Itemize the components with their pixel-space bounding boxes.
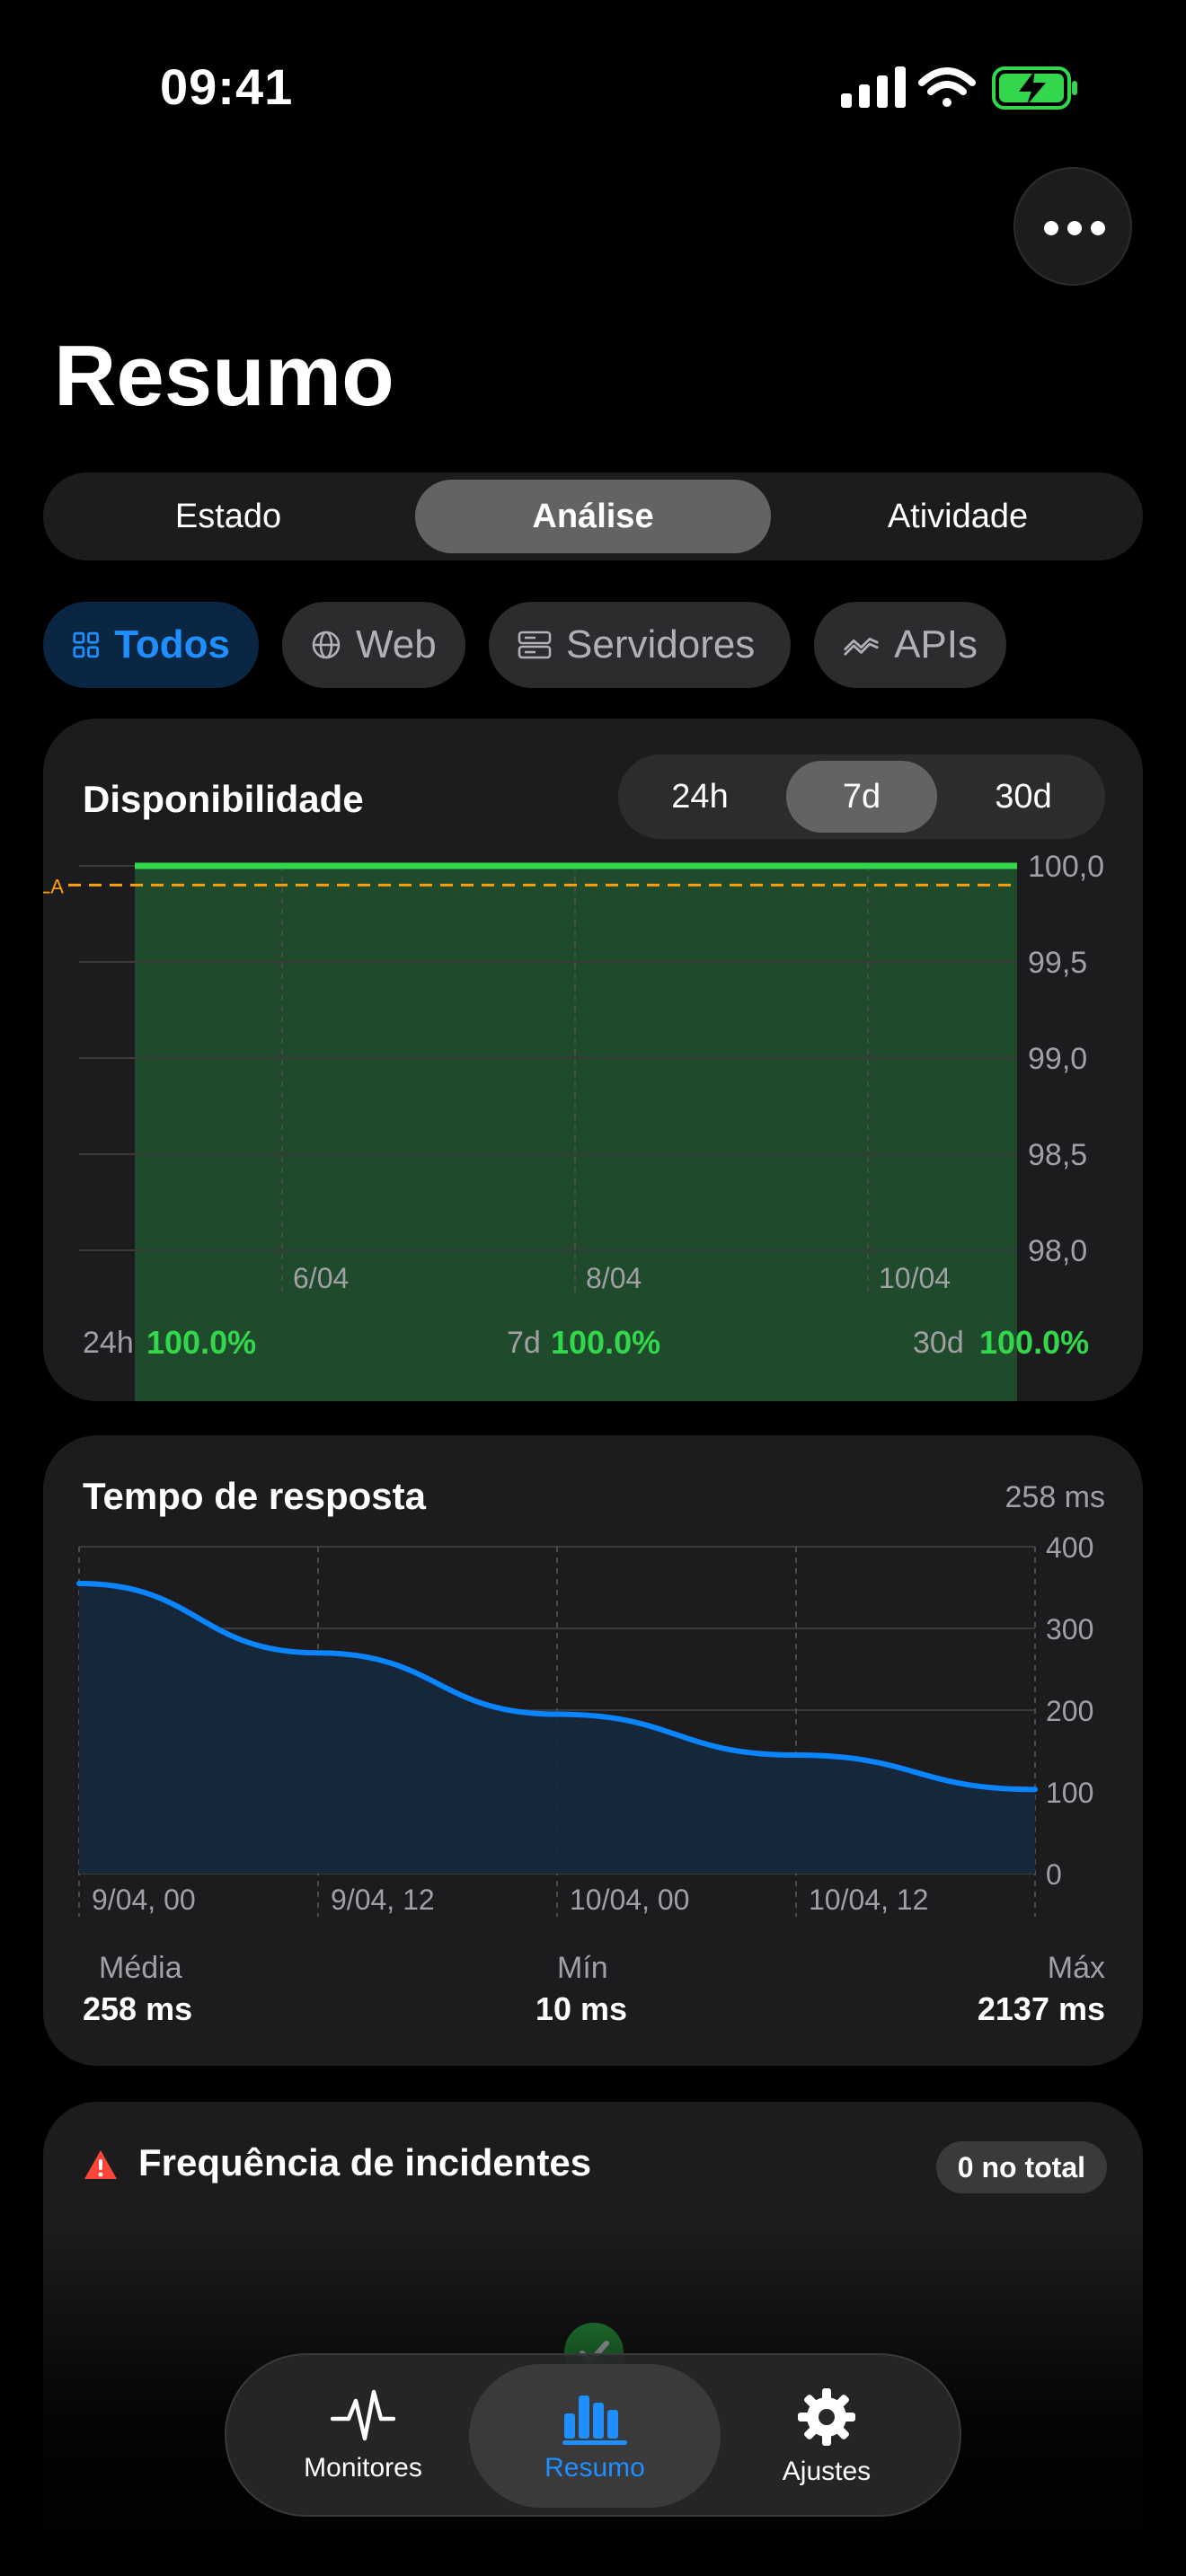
y-tick-label: 0 — [1046, 1858, 1062, 1891]
cellular-signal-icon — [841, 66, 906, 108]
view-segmented-control: Estado Análise Atividade — [43, 472, 1143, 560]
incidents-total-badge: 0 no total — [935, 2141, 1107, 2193]
y-tick-label: 100 — [1046, 1777, 1093, 1809]
availability-chart: 100,0 99,5 99,0 98,5 98,0 6/04 8/04 10/04 LA — [43, 850, 1104, 1401]
filter-todos-label: Todos — [114, 622, 230, 666]
status-icons — [839, 63, 1082, 118]
bar-chart-icon — [562, 2395, 627, 2445]
server-icon — [518, 631, 552, 659]
y-tick-label: 98,5 — [1028, 1138, 1087, 1172]
stat-30d-value: 100.0% — [979, 1324, 1090, 1361]
stat-24h-label: 24h — [83, 1326, 134, 1360]
y-tick-label: 98,0 — [1028, 1234, 1087, 1268]
filter-web-label: Web — [356, 622, 437, 666]
page-title: Resumo — [54, 328, 394, 424]
response-time-card: Tempo de resposta 258 ms 400 300 200 100 0 9/… — [43, 1435, 1143, 2066]
tab-monitores-label: Monitores — [304, 2453, 422, 2483]
y-tick-label: 300 — [1046, 1613, 1093, 1645]
stat-media-label: Média — [99, 1951, 182, 1985]
filter-todos[interactable]: Todos — [43, 602, 259, 688]
stat-24h-value: 100.0% — [146, 1324, 257, 1361]
filter-servidores[interactable]: Servidores — [489, 602, 791, 688]
sla-label: LA — [43, 875, 64, 897]
status-bar: 09:41 — [0, 0, 1186, 171]
stat-max-value: 2137 ms — [977, 1990, 1105, 2027]
grid-icon — [73, 631, 99, 658]
filter-web[interactable]: Web — [282, 602, 465, 688]
stat-min-label: Mín — [557, 1951, 608, 1985]
y-tick-label: 200 — [1046, 1695, 1093, 1727]
segment-analise[interactable]: Análise — [415, 480, 771, 553]
wifi-icon — [918, 67, 976, 107]
more-options-button[interactable] — [1013, 167, 1132, 286]
tab-bar: Monitores Resumo Ajustes — [225, 2353, 961, 2517]
x-tick-label: 10/04, 00 — [570, 1883, 689, 1916]
y-tick-label: 99,5 — [1028, 946, 1087, 980]
warning-icon — [84, 2150, 117, 2179]
tab-resumo-label: Resumo — [544, 2453, 645, 2483]
tab-resumo[interactable]: Resumo — [469, 2364, 721, 2508]
segment-estado[interactable]: Estado — [50, 480, 406, 553]
x-tick-label: 6/04 — [293, 1262, 349, 1294]
availability-card: Disponibilidade 24h 7d 30d 100,0 99,5 99,0… — [43, 719, 1143, 1401]
x-tick-label: 8/04 — [586, 1262, 642, 1294]
tab-monitores[interactable]: Monitores — [237, 2364, 489, 2508]
gear-icon — [798, 2388, 855, 2446]
stat-max-label: Máx — [1047, 1951, 1105, 1985]
globe-icon — [312, 631, 341, 659]
stat-30d-label: 30d — [913, 1326, 964, 1360]
y-tick-label: 99,0 — [1028, 1042, 1087, 1076]
x-tick-label: 9/04, 00 — [92, 1883, 196, 1916]
stat-media-value: 258 ms — [83, 1990, 193, 2027]
status-indicators — [841, 66, 1077, 110]
filter-servidores-label: Servidores — [566, 622, 756, 666]
stat-min-value: 10 ms — [535, 1990, 628, 2027]
segment-atividade[interactable]: Atividade — [780, 480, 1136, 553]
tab-ajustes[interactable]: Ajustes — [701, 2364, 952, 2508]
api-icon — [844, 638, 879, 656]
battery-charging-icon — [992, 66, 1077, 110]
ellipsis-icon — [1044, 221, 1105, 235]
stat-7d-value: 100.0% — [551, 1324, 661, 1361]
x-tick-label: 10/04, 12 — [809, 1883, 928, 1916]
y-tick-label: 100,0 — [1028, 850, 1104, 884]
y-tick-label: 400 — [1046, 1531, 1093, 1564]
x-tick-label: 9/04, 12 — [331, 1883, 435, 1916]
x-tick-label: 10/04 — [879, 1262, 951, 1294]
filter-apis[interactable]: APIs — [814, 602, 1006, 688]
stat-7d-label: 7d — [507, 1326, 541, 1360]
tab-ajustes-label: Ajustes — [782, 2457, 872, 2486]
heartbeat-icon — [331, 2389, 395, 2441]
incidents-title: Frequência de incidentes — [138, 2141, 592, 2183]
filter-apis-label: APIs — [894, 622, 978, 666]
status-time: 09:41 — [160, 58, 294, 115]
